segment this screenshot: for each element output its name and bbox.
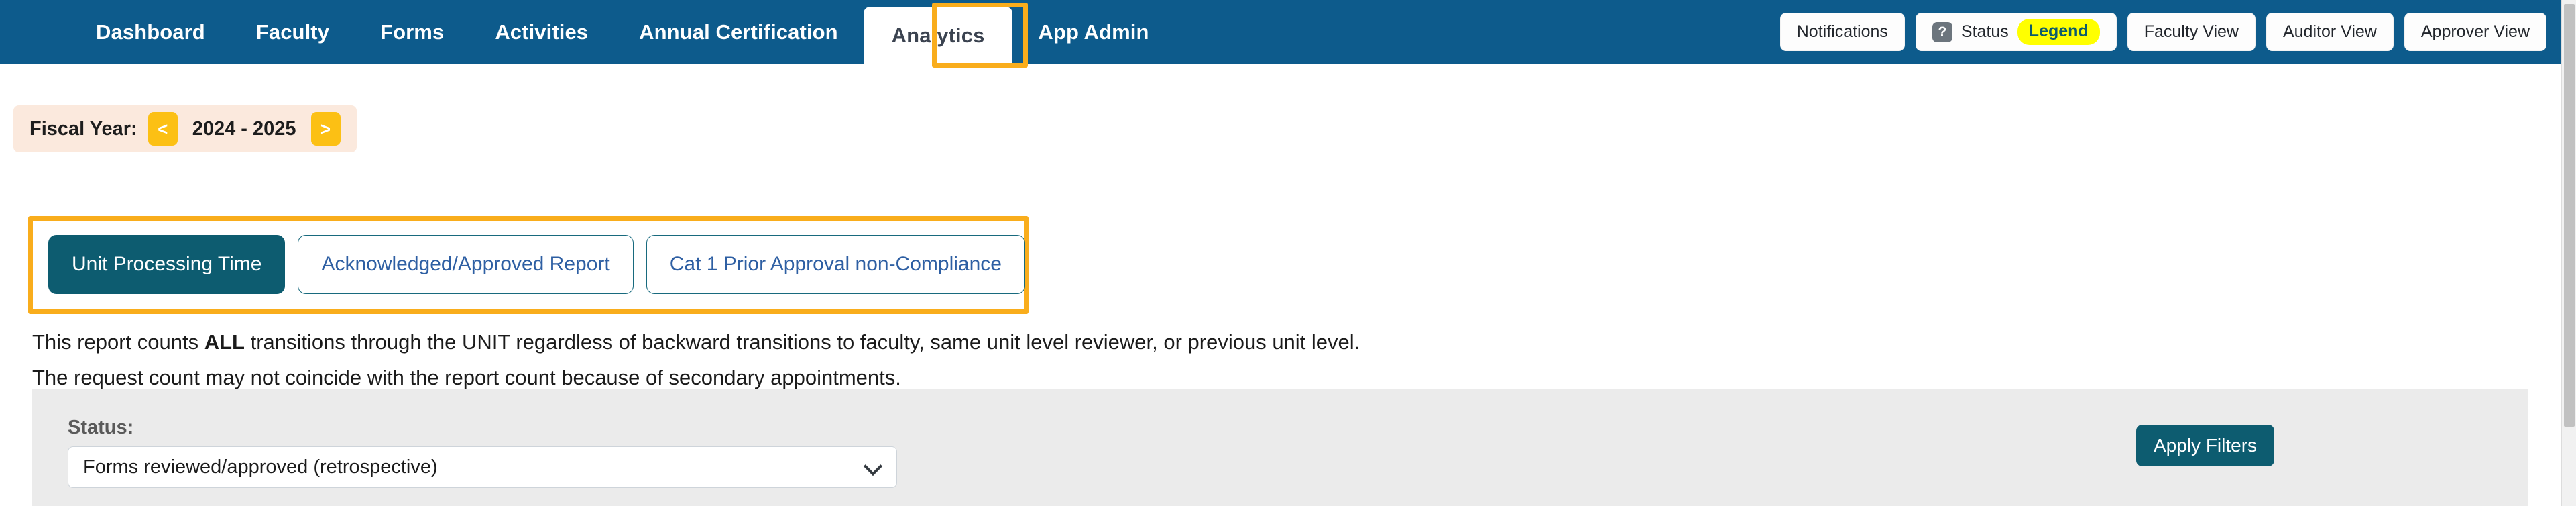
fiscal-year-label: Fiscal Year: bbox=[30, 117, 137, 140]
faculty-view-label: Faculty View bbox=[2144, 22, 2239, 41]
legend-badge: Legend bbox=[2017, 19, 2100, 45]
nav-item-dashboard[interactable]: Dashboard bbox=[70, 0, 231, 64]
nav-item-activities[interactable]: Activities bbox=[469, 0, 613, 64]
nav-item-label: Annual Certification bbox=[639, 19, 838, 44]
approver-view-label: Approver View bbox=[2420, 22, 2530, 41]
auditor-view-label: Auditor View bbox=[2282, 22, 2377, 41]
faculty-view-button[interactable]: Faculty View bbox=[2127, 13, 2256, 51]
approver-view-button[interactable]: Approver View bbox=[2404, 13, 2546, 51]
notifications-label: Notifications bbox=[1796, 22, 1888, 41]
report-tab-label: Unit Processing Time bbox=[72, 253, 262, 275]
report-description-line-2: The request count may not coincide with … bbox=[32, 366, 901, 390]
status-filter-label: Status: bbox=[68, 417, 134, 438]
nav-item-label: Forms bbox=[380, 19, 445, 44]
status-label: Status bbox=[1960, 22, 2009, 41]
question-mark-icon: ? bbox=[1932, 21, 1952, 42]
chevron-right-icon: > bbox=[320, 118, 331, 139]
fiscal-year-next-button[interactable]: > bbox=[310, 112, 341, 146]
chevron-left-icon: < bbox=[158, 118, 168, 139]
fiscal-year-selector: Fiscal Year: < 2024 - 2025 > bbox=[13, 105, 357, 152]
navbar-actions: Notifications ? Status Legend Faculty Vi… bbox=[1779, 0, 2561, 64]
report-tab-unit-processing-time[interactable]: Unit Processing Time bbox=[48, 235, 286, 294]
nav-item-app-admin[interactable]: App Admin bbox=[1012, 0, 1174, 64]
report-tab-label: Acknowledged/Approved Report bbox=[321, 253, 610, 275]
nav-item-label: Dashboard bbox=[96, 19, 205, 44]
desc-line2-text: The request count may not coincide with … bbox=[32, 366, 901, 389]
fiscal-year-prev-button[interactable]: < bbox=[148, 112, 178, 146]
nav-item-annual-certification[interactable]: Annual Certification bbox=[613, 0, 864, 64]
vertical-scrollbar[interactable] bbox=[2561, 0, 2576, 506]
report-tab-acknowledged-approved-report[interactable]: Acknowledged/Approved Report bbox=[298, 235, 634, 294]
desc-line1-part2: transitions through the UNIT regardless … bbox=[244, 330, 1360, 354]
desc-line1-part1: This report counts bbox=[32, 330, 204, 354]
nav-item-label: Analytics bbox=[891, 23, 985, 47]
report-tab-label: Cat 1 Prior Approval non-Compliance bbox=[669, 253, 1002, 275]
auditor-view-button[interactable]: Auditor View bbox=[2266, 13, 2394, 51]
report-tab-group: Unit Processing Time Acknowledged/Approv… bbox=[48, 235, 1025, 294]
nav-item-label: App Admin bbox=[1038, 19, 1149, 44]
nav-item-label: Faculty bbox=[255, 19, 330, 44]
status-legend-button[interactable]: ? Status Legend bbox=[1915, 13, 2117, 51]
nav-item-analytics[interactable]: Analytics bbox=[863, 7, 1013, 64]
report-description-line-1: This report counts ALL transitions throu… bbox=[32, 330, 1360, 354]
nav-item-faculty[interactable]: Faculty bbox=[231, 0, 355, 64]
chevron-down-icon bbox=[864, 458, 882, 476]
vertical-scrollbar-thumb[interactable] bbox=[2564, 4, 2575, 427]
analytics-page: Dashboard Faculty Forms Activities Annua… bbox=[0, 0, 2576, 506]
status-filter-select[interactable]: Forms reviewed/approved (retrospective) bbox=[68, 446, 897, 488]
nav-item-label: Activities bbox=[495, 19, 589, 44]
top-navbar: Dashboard Faculty Forms Activities Annua… bbox=[0, 0, 2561, 64]
notifications-button[interactable]: Notifications bbox=[1779, 13, 1905, 51]
desc-line1-emphasis: ALL bbox=[204, 330, 245, 354]
report-tab-cat1-prior-approval-non-compliance[interactable]: Cat 1 Prior Approval non-Compliance bbox=[646, 235, 1025, 294]
apply-filters-button[interactable]: Apply Filters bbox=[2136, 425, 2275, 466]
nav-item-forms[interactable]: Forms bbox=[355, 0, 469, 64]
fiscal-year-value: 2024 - 2025 bbox=[192, 117, 296, 140]
primary-nav: Dashboard Faculty Forms Activities Annua… bbox=[70, 0, 1174, 64]
apply-filters-label: Apply Filters bbox=[2154, 435, 2258, 456]
status-filter-value: Forms reviewed/approved (retrospective) bbox=[83, 456, 438, 478]
